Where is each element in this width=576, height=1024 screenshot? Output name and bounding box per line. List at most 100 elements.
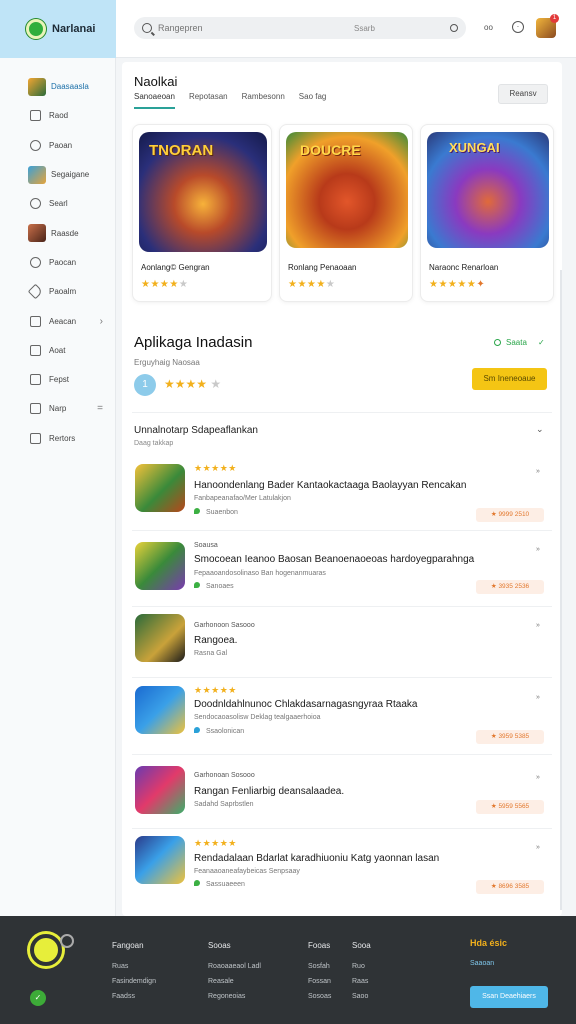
list-item[interactable]: ★★★★★ Rendadalaan Bdarlat karadhiuoniu K…: [122, 834, 562, 906]
more-options-icon[interactable]: »: [536, 694, 540, 701]
sidebar-item-label: Paoalm: [49, 287, 77, 297]
sidebar-item-read[interactable]: Raod: [0, 101, 115, 130]
search-bar[interactable]: Ssarb: [134, 17, 466, 39]
footer-link[interactable]: Saoo: [352, 989, 371, 1004]
list-item[interactable]: Garhonoan Sosooo Rangan Fenliarbig deans…: [122, 762, 562, 834]
list-item[interactable]: ★★★★★ Hanoondenlang Bader Kantaokactaaga…: [122, 460, 562, 532]
app-meta: Rasna Gal: [194, 650, 228, 657]
footer-link[interactable]: Ruo: [352, 959, 371, 974]
rating-stars: ★★★★★: [141, 279, 189, 290]
install-button[interactable]: Sm Ineneoaue: [472, 368, 547, 390]
more-options-icon[interactable]: »: [536, 844, 540, 851]
tab-item[interactable]: Rambesonn: [242, 92, 285, 109]
app-meta: Fanbapeanafao/Mer Latulakjon: [194, 495, 291, 502]
app-meta: Fepaaoandosolinaso Ban hogenanmuaras: [194, 570, 326, 577]
tag-icon: [27, 283, 44, 300]
footer: ✓ Fangoan Ruas Fasindemdign Faadss Sooas…: [0, 916, 576, 1024]
app-meta: Feanaaoaneafaybeicas Senpsaay: [194, 868, 300, 875]
app-meta: Sendocaoasolisw Deklag tealgaaerhoioa: [194, 714, 321, 721]
footer-cta-button[interactable]: Ssan Deaehiaers: [470, 986, 548, 1008]
main-content: Naolkai Sanoaeoan Repotasan Rambesonn Sa…: [122, 62, 562, 916]
search-submit-icon[interactable]: [450, 24, 458, 32]
sidebar-item-label: Rertors: [49, 433, 76, 443]
more-options-icon[interactable]: »: [536, 622, 540, 629]
game-cover-image: XUNGAI: [427, 132, 549, 248]
footer-cta-subtitle[interactable]: Saaoan: [470, 960, 494, 967]
more-options-icon[interactable]: »: [536, 546, 540, 553]
top-menu-text[interactable]: oo: [484, 23, 493, 32]
price-tag[interactable]: ★ 3959 5385: [476, 730, 544, 744]
app-icon: [135, 464, 185, 512]
compass-icon: [30, 198, 41, 210]
footer-link[interactable]: Regoneoias: [208, 989, 261, 1004]
sidebar-item-box[interactable]: Aoat: [0, 336, 115, 365]
footer-link[interactable]: Reasale: [208, 974, 261, 989]
list-item[interactable]: ★★★★★ Doodnldahlnunoc Chlakdasarnagasngy…: [122, 682, 562, 754]
sidebar-item-dashboard[interactable]: Daasaasla: [0, 72, 115, 101]
search-button-label[interactable]: Ssarb: [354, 24, 375, 33]
price-tag[interactable]: ★ 9999 2510: [476, 508, 544, 522]
sidebar-item-reports[interactable]: Fepst: [0, 365, 115, 394]
sidebar-item-label: Fepst: [49, 375, 70, 385]
footer-column: Fooas Sosfah Fossan Sosoas: [308, 938, 331, 1004]
featured-card[interactable]: DOUCRE Ronlang Penaoaan ★★★★★: [279, 124, 413, 302]
more-options-icon[interactable]: »: [536, 774, 540, 781]
sidebar-item-folders[interactable]: Aeacan ›: [0, 306, 115, 335]
price-tag[interactable]: ★ 3935 2536: [476, 580, 544, 594]
sidebar-item-segments[interactable]: Segaigane: [0, 160, 115, 189]
footer-column-heading: Fooas: [308, 941, 331, 950]
brand[interactable]: Narlanai: [0, 0, 116, 58]
tab-item[interactable]: Repotasan: [189, 92, 228, 109]
footer-link[interactable]: Fossan: [308, 974, 331, 989]
filter-button[interactable]: Reansv: [498, 84, 548, 104]
list-item[interactable]: Garhonoon Sasooo Rangoea. Rasna Gal »: [122, 614, 562, 686]
footer-link[interactable]: Roaoaaeaol Ladl: [208, 959, 261, 974]
footer-column-heading: Fangoan: [112, 941, 144, 950]
footer-logo-icon: [30, 934, 62, 966]
top-bar: Narlanai Ssarb oo · 1: [0, 0, 576, 58]
footer-link[interactable]: Fasindemdign: [112, 974, 156, 989]
game-cover-image: TNORAN: [139, 132, 267, 252]
sidebar-item-favorites[interactable]: Paoan: [0, 131, 115, 160]
sidebar-item-label: Narp: [49, 404, 67, 414]
sidebar-item-tags[interactable]: Paoalm: [0, 277, 115, 306]
footer-link[interactable]: Sosoas: [308, 989, 331, 1004]
status-indicator: Saata: [494, 338, 527, 347]
divider: [132, 754, 552, 755]
featured-card[interactable]: TNORAN Aonlang© Gengran ★★★★★: [132, 124, 272, 302]
app-title: Smocoean Ieanoo Baosan Beanoenaoeoas har…: [194, 554, 475, 565]
sidebar-item-profile[interactable]: Raasde: [0, 218, 115, 247]
search-input[interactable]: [158, 23, 338, 33]
price-tag[interactable]: ★ 5959 5565: [476, 800, 544, 814]
app-category: Garhonoon Sasooo: [194, 622, 255, 629]
app-footer: Sanoaes: [194, 582, 234, 590]
sidebar-item-search[interactable]: Searl: [0, 189, 115, 218]
rating-stars: ★★★★ ★: [164, 377, 222, 391]
rating-stars: ★★★★★: [194, 685, 237, 695]
footer-link[interactable]: Faadss: [112, 989, 156, 1004]
price-tag[interactable]: ★ 8696 3585: [476, 880, 544, 894]
sidebar-item-settings[interactable]: Rertors: [0, 424, 115, 453]
footer-link[interactable]: Sosfah: [308, 959, 331, 974]
featured-card[interactable]: XUNGAI Naraonc Renarloan ★★★★★✦: [420, 124, 554, 302]
notification-icon[interactable]: ·: [512, 21, 524, 33]
list-subheading: Daag takkap: [134, 440, 174, 447]
list-item[interactable]: Soausa Smocoean Ieanoo Baosan Beanoenaoe…: [122, 538, 562, 610]
featured-title: Aonlang© Gengran: [141, 263, 210, 272]
footer-link[interactable]: Raas: [352, 974, 371, 989]
footer-link[interactable]: Ruas: [112, 959, 156, 974]
app-category: Soausa: [194, 542, 218, 549]
sidebar-item-popular[interactable]: Paocan: [0, 248, 115, 277]
sidebar-item-label: Segaigane: [51, 170, 90, 180]
tab-item[interactable]: Sao fag: [299, 92, 327, 109]
app-meta: Sadahd Saprbstlen: [194, 801, 254, 808]
circle-icon: [30, 256, 41, 268]
more-options-icon[interactable]: »: [536, 468, 540, 475]
chevron-down-icon[interactable]: ⌄: [536, 424, 544, 435]
sidebar-item-map[interactable]: Narp =: [0, 394, 115, 423]
app-footer-label: Sanoaes: [206, 583, 234, 590]
scrollbar[interactable]: [560, 270, 562, 910]
featured-title: Naraonc Renarloan: [429, 263, 499, 272]
check-icon: ✓: [538, 338, 545, 347]
tab-item[interactable]: Sanoaeoan: [134, 92, 175, 109]
